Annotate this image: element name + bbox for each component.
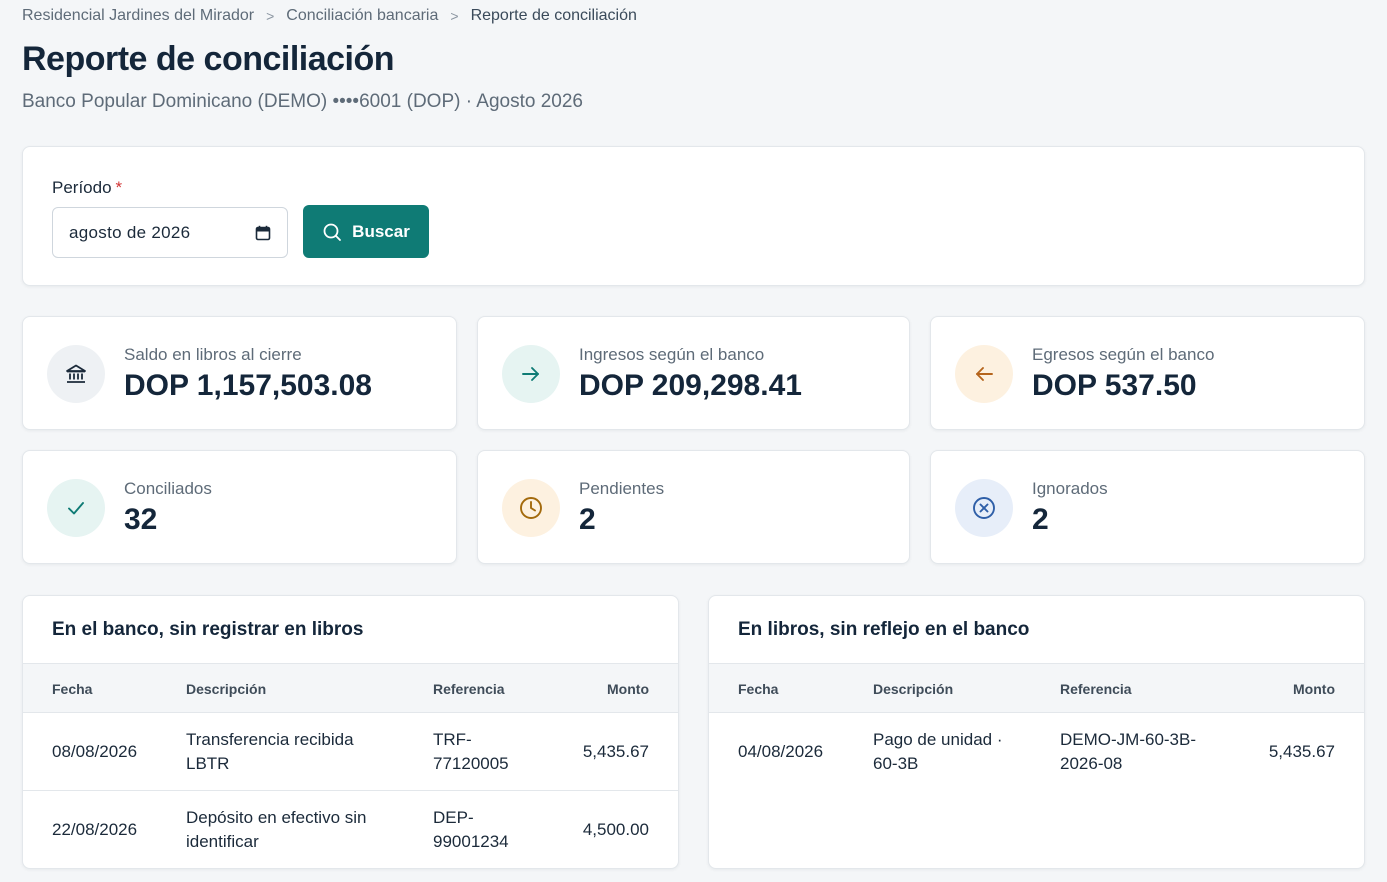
page-subtitle: Banco Popular Dominicano (DEMO) ••••6001… (22, 91, 583, 112)
column-header-monto: Monto (607, 681, 649, 697)
chevron-right-icon: > (266, 8, 275, 24)
search-icon (323, 223, 342, 241)
stat-label: Egresos según el banco (1032, 345, 1215, 364)
books-unreflected-table: En libros, sin reflejo en el banco Fecha… (708, 595, 1365, 869)
cell-descripcion-line1: Transferencia recibida (186, 730, 354, 749)
table-header: Fecha Descripción Referencia Monto (23, 663, 678, 713)
page-title: Reporte de conciliación (22, 40, 395, 78)
filter-card: Período * agosto de 2026 Buscar (22, 146, 1365, 286)
arrow-left-icon (955, 345, 1013, 403)
cell-referencia-line2: 77120005 (433, 754, 509, 773)
required-mark: * (115, 178, 123, 197)
stat-card-pendientes: Pendientes 2 (477, 450, 910, 564)
bank-icon (47, 345, 105, 403)
column-header-fecha: Fecha (738, 681, 779, 697)
cell-fecha: 22/08/2026 (52, 820, 138, 839)
stat-label: Saldo en libros al cierre (124, 345, 302, 364)
stat-value: 2 (1032, 503, 1049, 536)
breadcrumb-item-current: Reporte de conciliación (470, 7, 637, 24)
cell-referencia-line2: 2026-08 (1060, 754, 1123, 773)
cell-monto: 5,435.67 (1268, 742, 1335, 761)
cell-monto: 4,500.00 (582, 820, 649, 839)
stat-card-egresos: Egresos según el banco DOP 537.50 (930, 316, 1365, 430)
bank-unrecorded-table: En el banco, sin registrar en libros Fec… (22, 595, 679, 869)
cell-descripcion-line1: Pago de unidad · (873, 730, 1003, 749)
cell-referencia-line2: 99001234 (433, 832, 509, 851)
cell-descripcion-line2: identificar (186, 832, 259, 851)
stat-card-ingresos: Ingresos según el banco DOP 209,298.41 (477, 316, 910, 430)
table-header: Fecha Descripción Referencia Monto (709, 663, 1364, 713)
column-header-referencia: Referencia (433, 681, 505, 697)
column-header-monto: Monto (1293, 681, 1335, 697)
cell-referencia-line1: TRF- (433, 730, 472, 749)
stat-card-saldo: Saldo en libros al cierre DOP 1,157,503.… (22, 316, 457, 430)
cell-descripcion-line2: 60-3B (873, 754, 919, 773)
table-title: En libros, sin reflejo en el banco (738, 619, 1030, 640)
stat-card-conciliados: Conciliados 32 (22, 450, 457, 564)
column-header-referencia: Referencia (1060, 681, 1132, 697)
cell-fecha: 04/08/2026 (738, 742, 824, 761)
table-row[interactable]: 04/08/2026 Pago de unidad · 60-3B DEMO-J… (709, 713, 1364, 791)
stat-label: Ignorados (1032, 479, 1108, 498)
table-row[interactable]: 22/08/2026 Depósito en efectivo sin iden… (23, 791, 678, 868)
period-input[interactable]: agosto de 2026 (52, 207, 288, 258)
table-title: En el banco, sin registrar en libros (52, 619, 364, 640)
cell-referencia-line1: DEP- (433, 808, 474, 827)
period-label-text: Período (52, 178, 112, 197)
column-header-descripcion: Descripción (873, 681, 954, 697)
stat-value: 2 (579, 503, 596, 536)
stat-value: DOP 1,157,503.08 (124, 369, 372, 402)
cell-fecha: 08/08/2026 (52, 742, 138, 761)
period-input-value: agosto de 2026 (69, 222, 191, 242)
stat-label: Ingresos según el banco (579, 345, 765, 364)
search-button[interactable]: Buscar (303, 205, 429, 258)
breadcrumb-item-residencial[interactable]: Residencial Jardines del Mirador (22, 7, 254, 25)
stat-label: Pendientes (579, 479, 665, 498)
breadcrumb: Residencial Jardines del Mirador > Conci… (22, 7, 637, 25)
table-row[interactable]: 08/08/2026 Transferencia recibida LBTR T… (23, 713, 678, 791)
stat-card-ignorados: Ignorados 2 (930, 450, 1365, 564)
breadcrumb-item-conciliacion[interactable]: Conciliación bancaria (286, 7, 438, 25)
stat-label: Conciliados (124, 479, 212, 498)
search-button-label: Buscar (352, 221, 410, 241)
column-header-fecha: Fecha (52, 681, 93, 697)
x-circle-icon (955, 479, 1013, 537)
stat-value: DOP 209,298.41 (579, 369, 802, 402)
chevron-right-icon: > (450, 8, 459, 24)
stat-value: DOP 537.50 (1032, 369, 1197, 402)
calendar-icon[interactable] (255, 225, 271, 241)
stat-value: 32 (124, 503, 158, 536)
cell-referencia-line1: DEMO-JM-60-3B- (1060, 730, 1197, 749)
arrow-right-icon (502, 345, 560, 403)
cell-monto: 5,435.67 (582, 742, 649, 761)
period-label: Período * (52, 178, 122, 198)
cell-descripcion-line1: Depósito en efectivo sin (186, 808, 367, 827)
column-header-descripcion: Descripción (186, 681, 267, 697)
cell-descripcion-line2: LBTR (186, 754, 230, 773)
clock-icon (502, 479, 560, 537)
check-icon (47, 479, 105, 537)
